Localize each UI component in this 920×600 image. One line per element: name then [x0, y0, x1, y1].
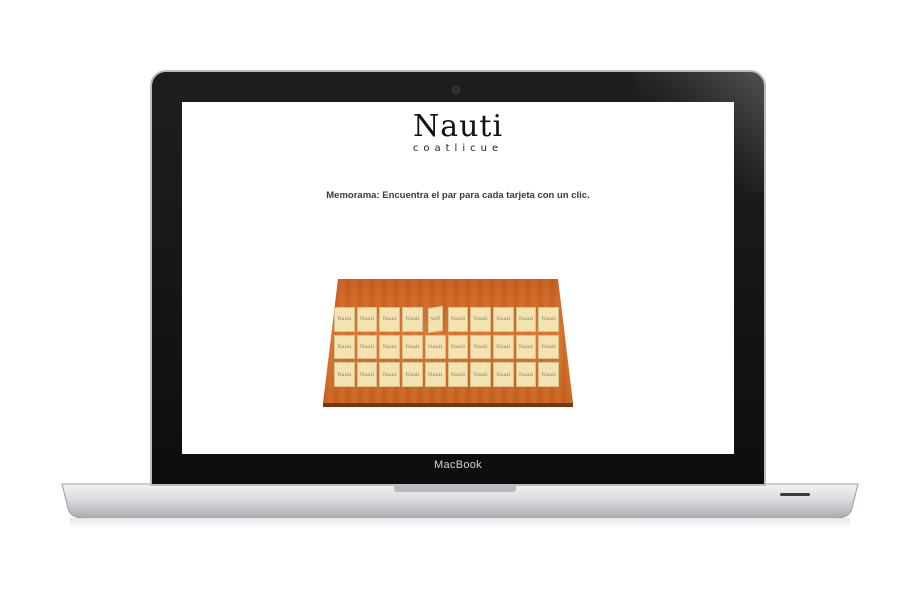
- memory-card[interactable]: Nauti: [379, 334, 401, 360]
- device-brand-label: MacBook: [434, 459, 482, 471]
- stage: MacBook Nauti coatlicue Memorama: Encuen…: [0, 0, 920, 600]
- memory-card[interactable]: Nauti: [402, 362, 423, 387]
- memory-card-grid: Nauti Nauti Nauti Nauti Nauti Nauti Nauti Nauti…: [334, 305, 559, 387]
- memory-card[interactable]: Nauti: [470, 362, 491, 387]
- memory-card[interactable]: Nauti: [470, 307, 491, 332]
- memory-card[interactable]: Nauti: [538, 334, 559, 360]
- game-board-edge: [323, 403, 573, 407]
- memory-card[interactable]: Nauti: [492, 362, 514, 387]
- memory-card[interactable]: Nauti: [538, 362, 559, 387]
- logo-wordmark: Nauti: [412, 109, 504, 144]
- memory-card[interactable]: Nauti: [356, 362, 378, 387]
- camera-icon: [452, 86, 460, 94]
- memory-card[interactable]: Nauti: [515, 362, 537, 387]
- memory-card[interactable]: Nauti: [379, 307, 401, 332]
- memory-card[interactable]: Nauti: [402, 307, 423, 332]
- memory-card[interactable]: Nauti: [447, 334, 469, 360]
- memory-card[interactable]: Nauti: [515, 334, 537, 360]
- game-instruction: Memorama: Encuentra el par para cada tar…: [326, 190, 590, 201]
- memory-card[interactable]: Nauti: [356, 334, 378, 360]
- memory-card[interactable]: Nauti: [492, 307, 514, 332]
- memory-card[interactable]: Nauti: [447, 362, 469, 387]
- memory-card[interactable]: Nauti: [334, 362, 355, 387]
- memory-card[interactable]: Nauti: [334, 334, 355, 360]
- screen: Nauti coatlicue Memorama: Encuentra el p…: [182, 102, 734, 454]
- memory-card[interactable]: Nauti: [515, 307, 537, 332]
- site-logo[interactable]: Nauti coatlicue: [182, 109, 734, 155]
- memory-card[interactable]: Nauti: [356, 307, 378, 332]
- memory-card[interactable]: Nauti: [538, 307, 559, 332]
- memory-card[interactable]: Nauti: [424, 334, 446, 360]
- memory-card[interactable]: Nauti: [427, 305, 443, 333]
- memory-card[interactable]: Nauti: [334, 307, 355, 332]
- memory-card[interactable]: Nauti: [492, 334, 514, 360]
- memory-card[interactable]: Nauti: [447, 307, 469, 332]
- memory-card[interactable]: Nauti: [424, 362, 446, 387]
- logo-subtitle: coatlicue: [412, 143, 504, 154]
- memory-card[interactable]: Nauti: [402, 334, 423, 360]
- memory-card[interactable]: Nauti: [470, 334, 491, 360]
- memory-card[interactable]: Nauti: [379, 362, 401, 387]
